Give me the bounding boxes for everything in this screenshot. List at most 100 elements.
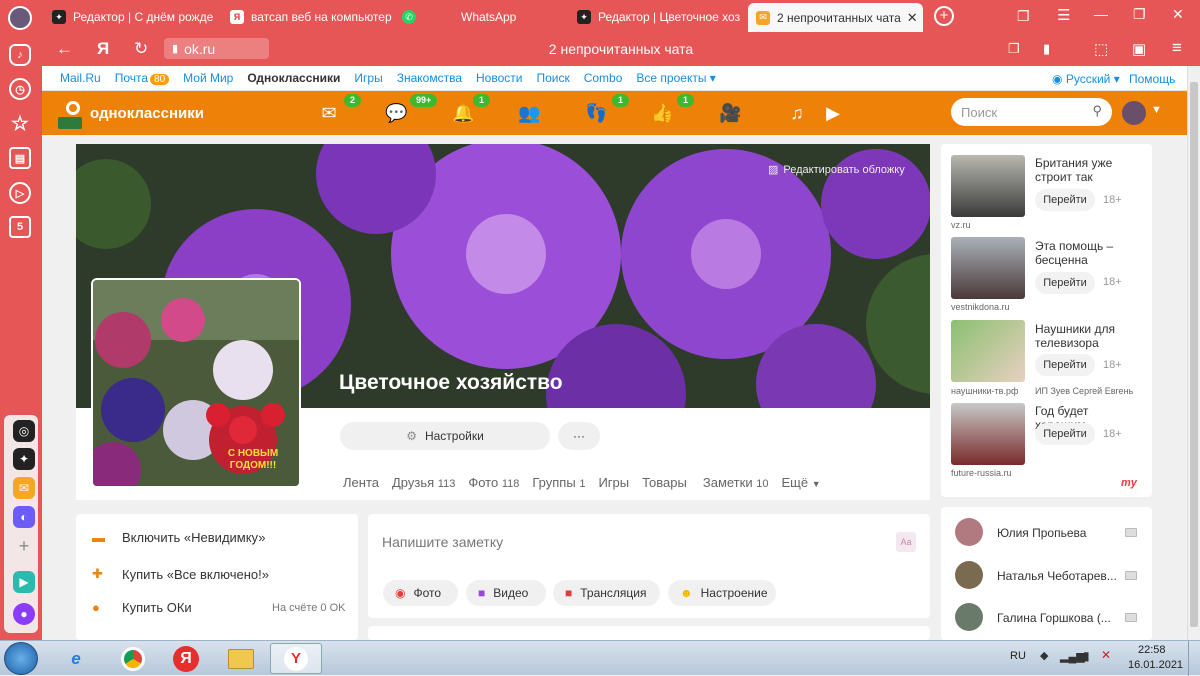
link-odnoklassniki[interactable]: Одноклассники bbox=[247, 71, 340, 85]
start-button[interactable] bbox=[4, 642, 38, 675]
network-icon[interactable]: ▂▄▆ bbox=[1060, 650, 1085, 663]
link-news[interactable]: Новости bbox=[476, 71, 522, 85]
settings-button[interactable]: ⚙ Настройки bbox=[340, 422, 550, 450]
music-icon[interactable]: ♫ bbox=[786, 102, 808, 124]
invisible-mode-item[interactable]: ▬ Включить «Невидимку» bbox=[92, 530, 265, 545]
link-mailru[interactable]: Mail.Ru bbox=[60, 71, 101, 85]
add-app-icon[interactable]: + bbox=[13, 535, 35, 557]
tab-copy-icon[interactable]: ❐ bbox=[1008, 41, 1020, 57]
history-clock-icon[interactable]: ◷ bbox=[9, 78, 31, 100]
live-play-icon[interactable]: ▶ bbox=[822, 102, 844, 124]
all-inclusive-item[interactable]: ✚ Купить «Все включено!» bbox=[92, 566, 269, 582]
link-moymir[interactable]: Мой Мир bbox=[183, 71, 233, 85]
message-icon[interactable] bbox=[1125, 571, 1137, 580]
user-avatar[interactable] bbox=[1122, 101, 1146, 125]
help-link[interactable]: Помощь bbox=[1129, 72, 1175, 86]
guests-icon[interactable]: 👣 bbox=[585, 102, 607, 124]
ad-go-button[interactable]: Перейти bbox=[1035, 189, 1095, 211]
tab-editor-flowers[interactable]: ✦ Редактор | Цветочное хоз bbox=[577, 4, 742, 30]
alice-app-icon[interactable]: ◎ bbox=[13, 420, 35, 442]
clock-date[interactable]: 16.01.2021 bbox=[1128, 659, 1183, 671]
notifications-bell-icon[interactable]: ♪ bbox=[9, 44, 31, 66]
messages-icon[interactable]: ✉ bbox=[318, 102, 340, 124]
alice-voice-icon[interactable]: ● bbox=[13, 603, 35, 625]
close-tab-icon[interactable]: ✕ bbox=[901, 10, 923, 26]
nav-feed[interactable]: Лента bbox=[343, 475, 379, 490]
nav-friends[interactable]: Друзья 113 bbox=[392, 475, 455, 490]
message-icon[interactable] bbox=[1125, 528, 1137, 537]
ad-image-headphones[interactable] bbox=[951, 320, 1025, 382]
link-all-projects[interactable]: Все проекты ▾ bbox=[636, 71, 715, 85]
events-icon[interactable]: 👍 bbox=[651, 102, 673, 124]
tray-expand-icon[interactable]: ◆ bbox=[1040, 649, 1048, 662]
play-app-icon[interactable]: ▶ bbox=[13, 571, 35, 593]
link-mail[interactable]: Почта 80 bbox=[115, 71, 170, 85]
taskbar-chrome-icon[interactable] bbox=[107, 643, 159, 674]
page-scrollbar[interactable] bbox=[1187, 66, 1200, 640]
search-input[interactable]: Поиск ⚲ bbox=[951, 98, 1112, 126]
buy-ok-item[interactable]: ● Купить ОКи bbox=[92, 600, 192, 615]
video-icon[interactable]: 🎥 bbox=[719, 102, 741, 124]
ad-go-button[interactable]: Перейти bbox=[1035, 423, 1095, 445]
video-button[interactable]: ■ Видео bbox=[466, 580, 546, 606]
bookmarks-star-icon[interactable]: ☆ bbox=[9, 112, 31, 135]
bookmark-icon[interactable]: ▮ bbox=[1043, 41, 1050, 57]
taskbar-yandex-browser-icon[interactable]: Y bbox=[270, 643, 322, 674]
group-avatar[interactable]: С НОВЫМ ГОДОМ!!! bbox=[91, 278, 301, 488]
show-desktop-button[interactable] bbox=[1188, 641, 1200, 676]
nav-more[interactable]: Ещё ▼ bbox=[781, 475, 820, 490]
nav-groups[interactable]: Группы 1 bbox=[532, 475, 585, 490]
star-app-icon[interactable]: ✦ bbox=[13, 448, 35, 470]
ad-go-button[interactable]: Перейти bbox=[1035, 354, 1095, 376]
minimize-button[interactable]: — bbox=[1094, 6, 1108, 22]
discussions-icon[interactable]: 💬 bbox=[385, 102, 407, 124]
sidebar-app-5-icon[interactable]: 5 bbox=[9, 216, 31, 238]
language-selector[interactable]: ◉ Русский ▾ bbox=[1052, 72, 1120, 86]
tab-editor-birthday[interactable]: ✦ Редактор | С днём рожде bbox=[52, 4, 217, 30]
ok-logo[interactable]: одноклассники bbox=[52, 95, 204, 131]
tab-whatsapp-search[interactable]: Яватсап веб на компьютер bbox=[230, 4, 395, 30]
ad-image-kremlin[interactable] bbox=[951, 403, 1025, 465]
taskbar-explorer-icon[interactable] bbox=[215, 643, 267, 674]
photo-button[interactable]: ◉ Фото bbox=[383, 580, 458, 606]
more-button[interactable]: ··· bbox=[558, 422, 600, 450]
messenger-app-icon[interactable]: ◐ bbox=[13, 506, 35, 528]
broadcast-button[interactable]: ■ Трансляция bbox=[553, 580, 660, 606]
clock-time[interactable]: 22:58 bbox=[1138, 644, 1166, 656]
extensions-icon[interactable]: ⬚ bbox=[1094, 40, 1108, 58]
ad-image-building[interactable] bbox=[951, 155, 1025, 217]
text-format-icon[interactable]: Aa bbox=[896, 532, 916, 552]
ad-title[interactable]: Эта помощь – бесценна bbox=[1035, 239, 1130, 267]
ad-image-group[interactable] bbox=[951, 237, 1025, 299]
maximize-button[interactable]: ❐ bbox=[1133, 6, 1146, 23]
link-dating[interactable]: Знакомства bbox=[397, 71, 462, 85]
zen-play-icon[interactable]: ▷ bbox=[9, 182, 31, 204]
menu-icon[interactable]: ≡ bbox=[1172, 38, 1182, 58]
ad-title[interactable]: Британия уже строит так bbox=[1035, 156, 1130, 184]
collections-icon[interactable]: ▤ bbox=[9, 147, 31, 169]
nav-photos[interactable]: Фото 118 bbox=[468, 475, 519, 490]
scrollbar-thumb[interactable] bbox=[1190, 82, 1198, 627]
battery-icon[interactable]: ▮ bbox=[1083, 649, 1090, 663]
nav-goods[interactable]: Товары bbox=[642, 475, 687, 490]
ad-title[interactable]: Наушники для телевизора bbox=[1035, 322, 1130, 350]
edit-cover-button[interactable]: ▨ Редактировать обложку bbox=[768, 163, 905, 176]
chevron-down-icon[interactable]: ▼ bbox=[1151, 104, 1162, 116]
notifications-icon[interactable]: 🔔 bbox=[452, 102, 474, 124]
volume-muted-icon[interactable]: ✕ bbox=[1101, 648, 1111, 662]
link-combo[interactable]: Combo bbox=[584, 71, 623, 85]
screenshot-icon[interactable]: ▣ bbox=[1132, 40, 1146, 58]
friends-icon[interactable]: 👥 bbox=[518, 102, 540, 124]
ad-go-button[interactable]: Перейти bbox=[1035, 272, 1095, 294]
friend-item[interactable]: Галина Горшкова (... bbox=[955, 603, 1145, 633]
note-input[interactable]: Напишите заметку bbox=[382, 534, 503, 550]
message-icon[interactable] bbox=[1125, 613, 1137, 622]
mood-button[interactable]: ☻ Настроение bbox=[668, 580, 776, 606]
nav-games[interactable]: Игры bbox=[598, 475, 629, 490]
keyboard-language[interactable]: RU bbox=[1010, 650, 1026, 662]
tabs-menu-icon[interactable]: ❐ bbox=[1017, 8, 1030, 25]
link-search[interactable]: Поиск bbox=[536, 71, 569, 85]
taskbar-yandex-icon[interactable]: Я bbox=[160, 643, 212, 674]
ads-brand-logo[interactable]: my bbox=[1121, 475, 1147, 489]
tab-unread-chats[interactable]: ✉ 2 непрочитанных чата ✕ bbox=[748, 3, 923, 32]
